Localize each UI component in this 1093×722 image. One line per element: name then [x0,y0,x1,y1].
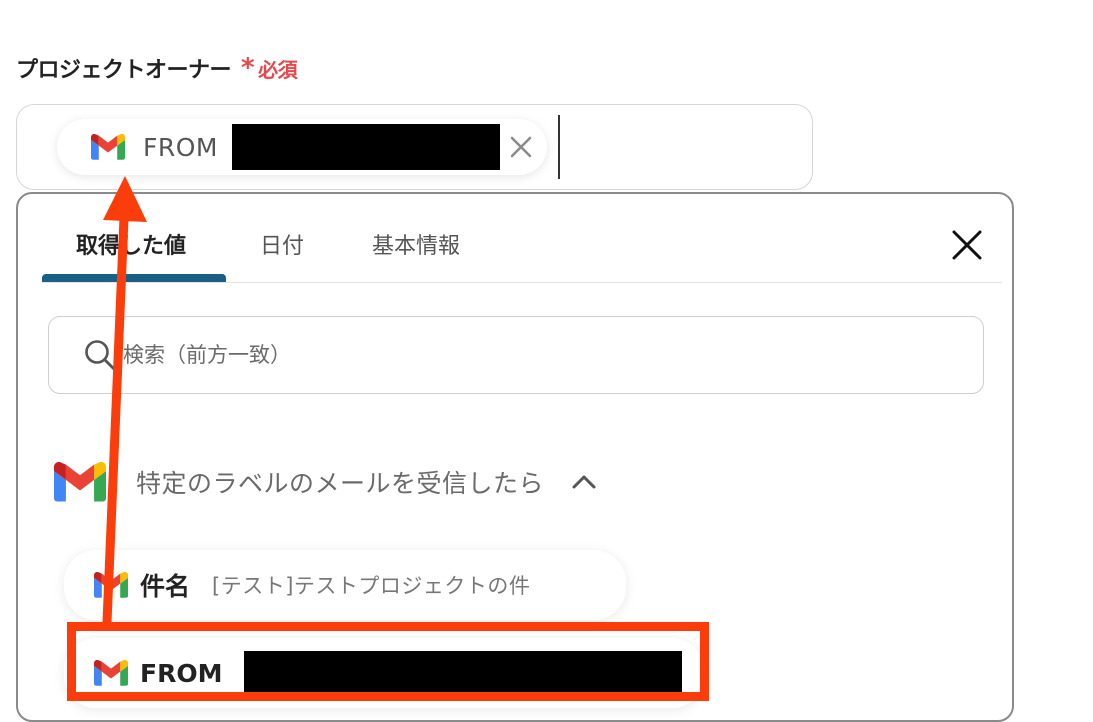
tab-retrieved-values[interactable]: 取得した値 [76,228,186,260]
text-cursor [558,115,560,179]
search-icon [85,340,116,371]
chevron-up-icon[interactable] [570,472,598,492]
gmail-icon [94,660,128,686]
close-icon[interactable] [506,132,536,162]
search-input[interactable] [121,342,825,368]
value-item-subject[interactable]: 件名 [テスト]テストプロジェクトの件 [64,550,626,620]
field-label: プロジェクトオーナー * 必須 [16,52,298,84]
required-badge: * 必須 [241,53,298,83]
gmail-icon [91,134,125,160]
item-value: [テスト]テストプロジェクトの件 [212,574,531,598]
value-item-from[interactable]: FROM [64,638,704,708]
gmail-icon [54,462,106,502]
tab-date[interactable]: 日付 [260,228,304,260]
from-chip[interactable]: FROM [57,119,547,175]
tab-basic-info[interactable]: 基本情報 [372,228,460,260]
gmail-icon [94,572,128,598]
tab-bar: 取得した値 日付 基本情報 [42,194,1002,283]
item-label: 件名 [140,572,191,601]
project-owner-input[interactable]: FROM [16,104,813,190]
close-icon[interactable] [950,228,984,262]
item-label: FROM [140,658,223,688]
required-text: 必須 [258,57,298,82]
redacted-value [232,124,500,170]
value-picker-panel: 取得した値 日付 基本情報 特定のラベルのメールを受信したら 件名 [テスト]テ… [16,192,1014,722]
trigger-group-header[interactable]: 特定のラベルのメールを受信したら [54,462,598,502]
group-title: 特定のラベルのメールを受信したら [136,469,545,498]
required-star: * [241,53,255,83]
active-tab-indicator [42,274,226,282]
redacted-value [244,651,683,695]
field-label-text: プロジェクトオーナー [16,58,232,83]
chip-label: FROM [143,132,218,162]
search-box[interactable] [48,316,984,394]
